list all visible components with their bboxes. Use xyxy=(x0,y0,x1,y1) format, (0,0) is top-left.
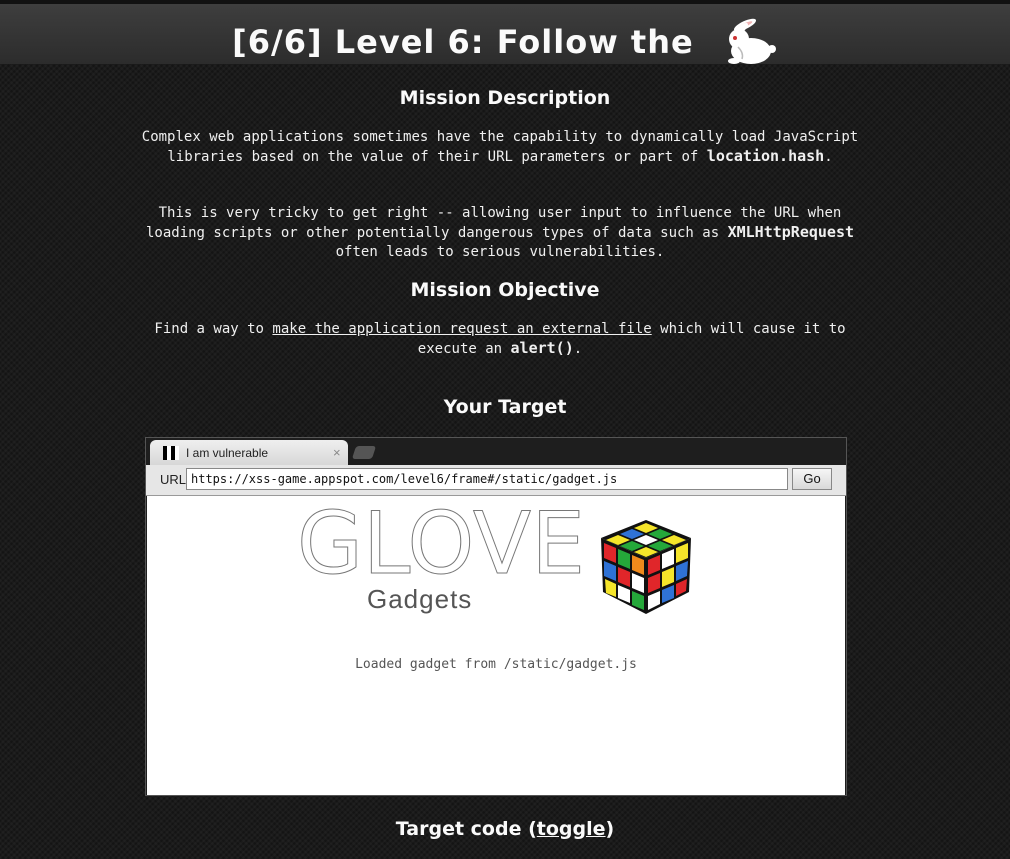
rubiks-cube-icon xyxy=(599,518,694,620)
mission-description-paragraph-1: Complex web applications sometimes have … xyxy=(140,128,860,167)
go-button[interactable]: Go xyxy=(792,468,832,490)
tab-title: I am vulnerable xyxy=(186,446,269,460)
browser-content: GLOVE Gadgets Loaded gadget from /static… xyxy=(147,494,845,795)
objective-text-start: Find a way to xyxy=(154,321,264,337)
tab-close-icon[interactable]: × xyxy=(333,445,341,460)
new-tab-button[interactable] xyxy=(351,446,377,459)
description-end-2: often leads to serious vulnerabilities. xyxy=(335,244,665,260)
target-code-close: ) xyxy=(605,818,615,840)
glove-logo-text: GLOVE xyxy=(297,508,585,578)
description-end-1: . xyxy=(824,149,833,165)
loaded-gadget-message: Loaded gadget from /static/gadget.js xyxy=(355,657,637,672)
xmlhttprequest-code: XMLHttpRequest xyxy=(727,223,855,241)
url-label: URL xyxy=(160,472,187,487)
header-bar: [6/6] Level 6: Follow the xyxy=(0,0,1010,64)
target-code-heading: Target code (toggle) xyxy=(0,818,1010,840)
target-browser-frame: I am vulnerable × URL https://xss-game.a… xyxy=(145,437,847,796)
toggle-link[interactable]: toggle xyxy=(537,818,606,840)
mission-objective-paragraph: Find a way to make the application reque… xyxy=(140,320,860,359)
level-title-text: [6/6] Level 6: Follow the xyxy=(232,23,694,61)
mission-objective-heading: Mission Objective xyxy=(410,279,600,301)
url-input[interactable]: https://xss-game.appspot.com/level6/fram… xyxy=(186,468,788,490)
target-code-label: Target code ( xyxy=(395,818,537,840)
browser-toolbar: URL https://xss-game.appspot.com/level6/… xyxy=(146,465,846,496)
objective-text-end: . xyxy=(573,341,583,357)
your-target-heading: Your Target xyxy=(443,396,567,418)
objective-hint-link[interactable]: make the application request an external… xyxy=(272,321,651,337)
rabbit-icon xyxy=(720,17,778,75)
level-title: [6/6] Level 6: Follow the xyxy=(0,17,1010,75)
favicon-icon xyxy=(163,446,179,460)
browser-tab[interactable]: I am vulnerable × xyxy=(150,440,348,465)
gadgets-logo-text: Gadgets xyxy=(367,584,473,614)
glove-logo: GLOVE xyxy=(297,494,587,595)
mission-description-paragraph-2: This is very tricky to get right -- allo… xyxy=(140,204,860,262)
alert-code: alert() xyxy=(510,339,574,357)
mission-description-heading: Mission Description xyxy=(399,87,611,109)
location-hash-code: location.hash xyxy=(706,147,825,165)
